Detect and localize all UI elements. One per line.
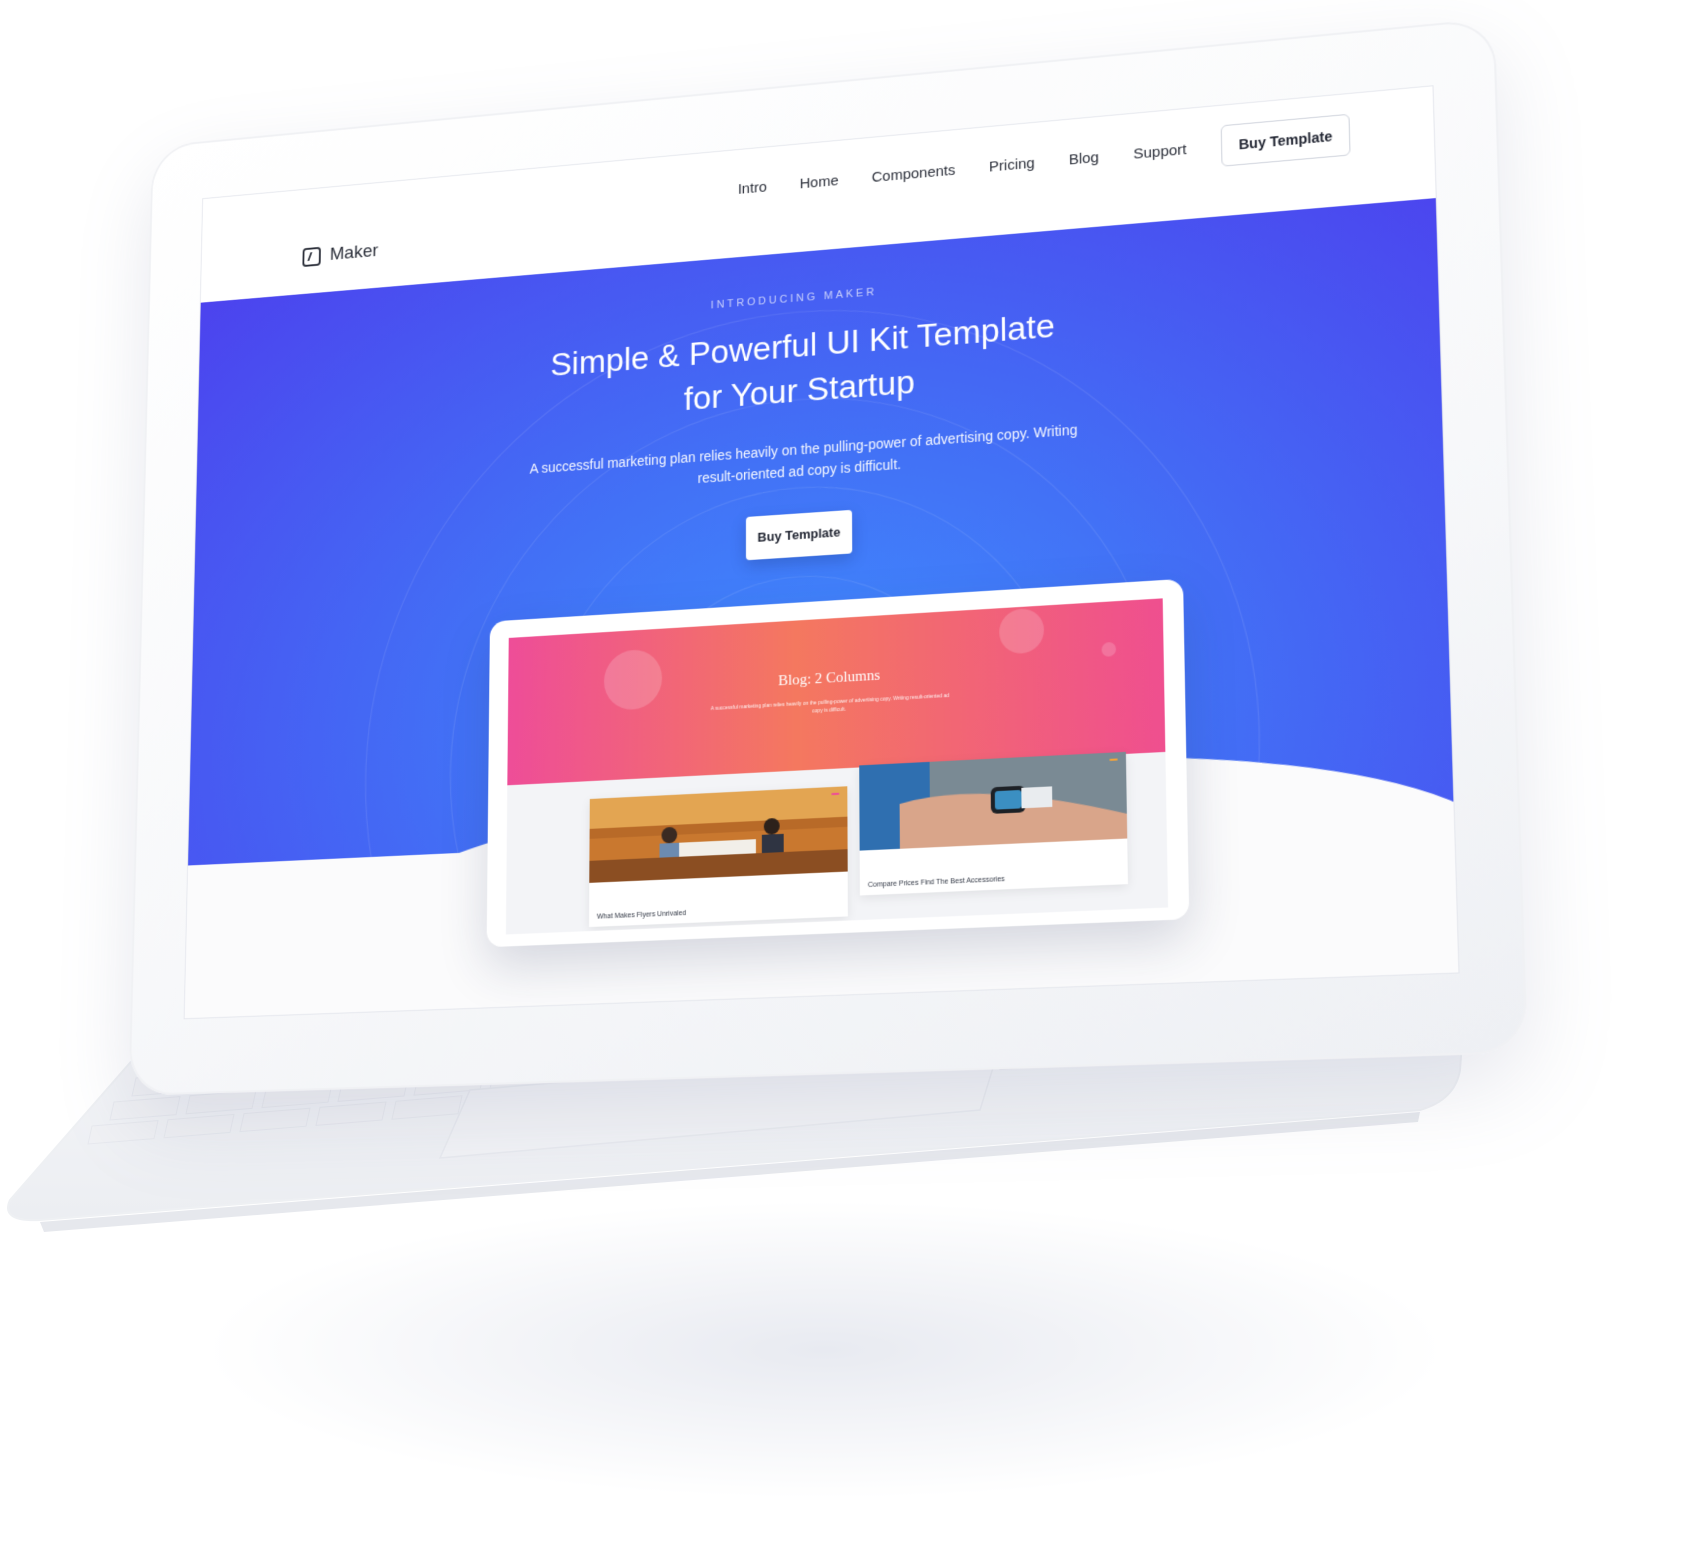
hero-buy-template-button[interactable]: Buy Template [745, 509, 853, 561]
laptop-lid-wrap: Maker Intro Home Components Pricing Blog… [60, 0, 1540, 1140]
card-caption: Compare Prices Find The Best Accessories [867, 875, 1005, 890]
blog-subtitle: A successful marketing plan relies heavi… [710, 692, 950, 715]
card-badge [1109, 758, 1118, 761]
nav-item-components[interactable]: Components [872, 162, 956, 186]
laptop-mockup-scene: Maker Intro Home Components Pricing Blog… [0, 0, 1684, 1560]
laptop-screen: Maker Intro Home Components Pricing Blog… [183, 85, 1460, 1020]
nav-item-blog[interactable]: Blog [1069, 149, 1099, 168]
card-badge [831, 792, 840, 796]
brand-name: Maker [329, 240, 379, 265]
nav-buy-template-button[interactable]: Buy Template [1220, 113, 1351, 167]
laptop-lid: Maker Intro Home Components Pricing Blog… [128, 17, 1528, 1097]
maker-logo-icon [302, 246, 321, 268]
nav-item-home[interactable]: Home [800, 172, 839, 192]
nav-item-intro[interactable]: Intro [738, 178, 767, 197]
smartwatch-photo-icon [859, 751, 1128, 851]
card-caption: What Makes Flyers Unrivaled [596, 909, 687, 921]
nav-item-support[interactable]: Support [1133, 141, 1187, 162]
meeting-photo-icon [589, 786, 848, 883]
nav-item-pricing[interactable]: Pricing [989, 154, 1035, 175]
inner-device-mockup: Blog: 2 Columns A successful marketing p… [486, 578, 1190, 948]
brand-logo[interactable]: Maker [302, 241, 378, 268]
inner-device-screen: Blog: 2 Columns A successful marketing p… [505, 598, 1169, 935]
blog-card[interactable]: What Makes Flyers Unrivaled [589, 786, 848, 928]
blog-card[interactable]: Compare Prices Find The Best Accessories [859, 751, 1128, 896]
nav-menu: Intro Home Components Pricing Blog Suppo… [738, 113, 1351, 209]
decor-bubble [998, 607, 1045, 655]
